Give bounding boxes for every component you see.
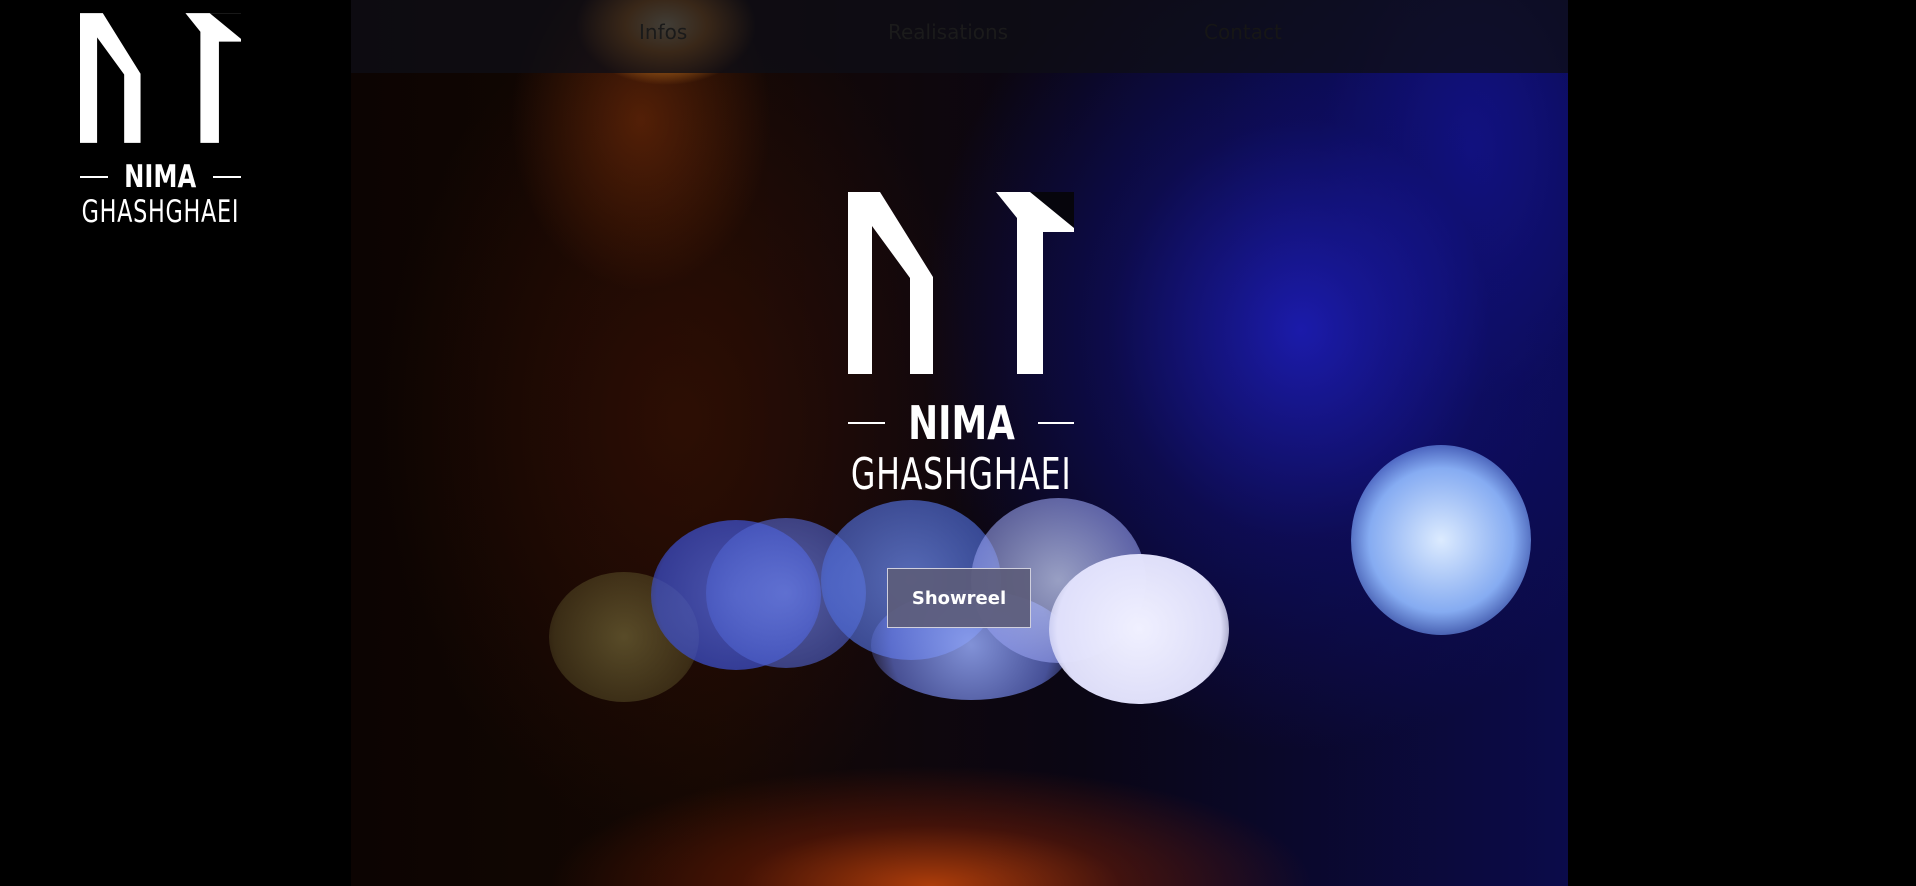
bokeh-light — [1049, 554, 1229, 704]
nav-link-contact[interactable]: Contact — [1204, 20, 1282, 44]
hero-banner: Infos Realisations Contact NIMA GHASHGHA… — [351, 0, 1568, 886]
top-navigation: Infos Realisations Contact — [351, 0, 1568, 73]
hero-logo: NIMA GHASHGHAEI — [848, 192, 1074, 500]
divider — [1037, 422, 1074, 424]
logo-wordmark: NIMA GHASHGHAEI — [80, 143, 242, 230]
bokeh-light — [1351, 445, 1531, 635]
hero-last-name: GHASHGHAEI — [850, 449, 1072, 500]
hero-first-name-row: NIMA — [848, 400, 1074, 446]
logo-last-name: GHASHGHAEI — [81, 194, 240, 230]
logo-first-name-row: NIMA — [80, 159, 242, 195]
showreel-button[interactable]: Showreel — [887, 568, 1031, 628]
divider — [80, 176, 109, 178]
hero-first-name: NIMA — [907, 396, 1015, 450]
nima-monogram-icon — [848, 192, 1074, 374]
divider — [212, 176, 242, 178]
logo-first-name: NIMA — [124, 159, 197, 195]
page: NIMA GHASHGHAEI Infos Realisations Conta… — [0, 0, 1916, 886]
hero-wordmark: NIMA GHASHGHAEI — [848, 374, 1074, 500]
divider — [848, 422, 885, 424]
nav-link-realisations[interactable]: Realisations — [888, 20, 1008, 44]
nav-link-infos[interactable]: Infos — [639, 20, 687, 44]
nima-monogram-icon — [80, 13, 241, 143]
site-logo[interactable]: NIMA GHASHGHAEI — [80, 13, 242, 230]
